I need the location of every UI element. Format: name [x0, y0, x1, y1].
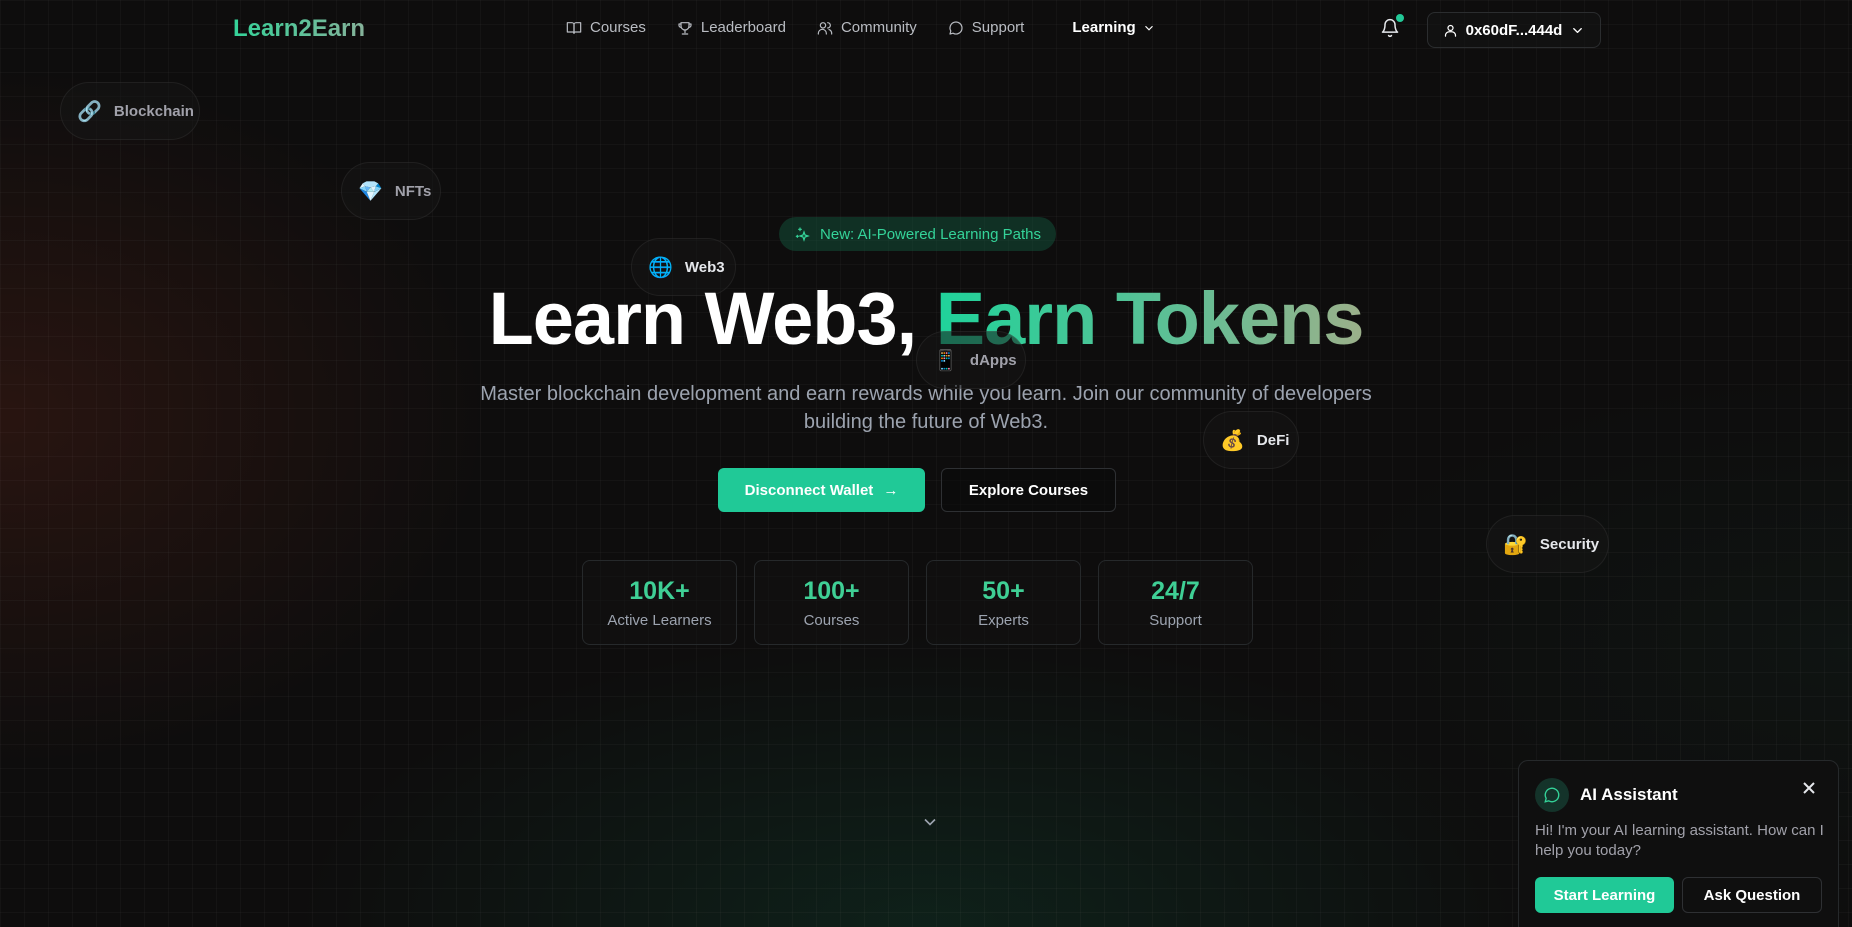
- nav-link-label: Community: [840, 19, 917, 36]
- chevron-down-icon: [1144, 25, 1153, 31]
- ai-assistant-panel: AI Assistant Hi! I'm your AI learning as…: [1518, 760, 1839, 927]
- book-icon: [566, 21, 582, 34]
- wallet-address: 0x60dF...444d: [1465, 21, 1563, 39]
- top-navbar: Learn2Earn Courses Leaderboard Community…: [0, 0, 1852, 60]
- sparkles-icon: [795, 227, 810, 242]
- stat-label: Experts: [978, 611, 1029, 629]
- nav-link-label: Leaderboard: [700, 19, 786, 36]
- nav-link-label: Courses: [590, 19, 646, 36]
- stat-value: 50+: [982, 576, 1025, 605]
- mobile-icon: 📱: [933, 349, 958, 372]
- notification-dot: [1396, 14, 1404, 22]
- link-icon: 🔗: [77, 100, 102, 123]
- floating-tag-label: Web3: [684, 258, 725, 276]
- announcement-text: New: AI-Powered Learning Paths: [820, 225, 1041, 243]
- close-icon: [1803, 782, 1815, 794]
- stat-card: 24/7 Support: [1098, 560, 1253, 645]
- stat-value: 10K+: [629, 576, 690, 605]
- ai-assistant-message: Hi! I'm your AI learning assistant. How …: [1535, 822, 1824, 859]
- start-learning-button[interactable]: Start Learning: [1535, 877, 1674, 913]
- floating-tag-label: Security: [1539, 535, 1600, 553]
- ai-assistant-title: AI Assistant: [1580, 785, 1678, 804]
- floating-tag-label: dApps: [969, 351, 1017, 369]
- stat-label: Support: [1149, 611, 1202, 629]
- chevron-down-icon: [924, 818, 936, 826]
- disconnect-wallet-button[interactable]: Disconnect Wallet →: [718, 468, 925, 512]
- chevron-down-icon: [1573, 27, 1583, 33]
- stats-row: 10K+ Active Learners 100+ Courses 50+ Ex…: [582, 560, 1253, 645]
- close-assistant-button[interactable]: [1802, 781, 1816, 795]
- stat-card: 10K+ Active Learners: [582, 560, 737, 645]
- stat-card: 100+ Courses: [754, 560, 909, 645]
- floating-tag-label: NFTs: [394, 182, 432, 200]
- stat-card: 50+ Experts: [926, 560, 1081, 645]
- floating-tag-security: 🔐 Security: [1486, 515, 1609, 573]
- logo[interactable]: Learn2Earn: [233, 15, 365, 43]
- nav-link-community[interactable]: Community: [817, 19, 917, 36]
- floating-tag-blockchain: 🔗 Blockchain: [60, 82, 200, 140]
- announcement-badge[interactable]: New: AI-Powered Learning Paths: [779, 217, 1056, 251]
- main-nav: Courses Leaderboard Community Support Le…: [566, 19, 1156, 36]
- disconnect-wallet-label: Disconnect Wallet: [744, 481, 874, 499]
- users-icon: [817, 21, 833, 35]
- floating-tag-dapps: 📱 dApps: [916, 331, 1026, 389]
- message-circle-icon: [949, 20, 963, 35]
- wallet-account-button[interactable]: 0x60dF...444d: [1427, 12, 1601, 48]
- learning-dropdown[interactable]: Learning: [1072, 19, 1155, 36]
- floating-tag-label: Blockchain: [113, 102, 194, 120]
- gem-icon: 💎: [358, 180, 383, 203]
- scroll-down-button[interactable]: [920, 812, 940, 832]
- lock-icon: 🔐: [1503, 533, 1528, 556]
- hero-title-main: Learn Web3,: [488, 277, 918, 360]
- nav-link-courses[interactable]: Courses: [566, 19, 646, 36]
- stat-label: Active Learners: [607, 611, 712, 629]
- stat-value: 100+: [803, 576, 860, 605]
- explore-courses-button[interactable]: Explore Courses: [941, 468, 1116, 512]
- floating-tag-nfts: 💎 NFTs: [341, 162, 441, 220]
- nav-link-support[interactable]: Support: [948, 19, 1025, 36]
- chat-bubble-icon: [1535, 778, 1569, 812]
- hero-subtitle: Master blockchain development and earn r…: [480, 383, 1372, 433]
- ask-question-button[interactable]: Ask Question: [1682, 877, 1822, 913]
- user-icon: [1444, 24, 1456, 37]
- learning-dropdown-label: Learning: [1072, 19, 1136, 36]
- notifications-button[interactable]: [1380, 14, 1404, 40]
- trophy-icon: [678, 21, 692, 35]
- nav-link-label: Support: [971, 19, 1025, 36]
- arrow-right-icon: →: [883, 481, 899, 499]
- stat-label: Courses: [803, 611, 860, 629]
- nav-link-leaderboard[interactable]: Leaderboard: [677, 19, 786, 36]
- stat-value: 24/7: [1151, 576, 1200, 605]
